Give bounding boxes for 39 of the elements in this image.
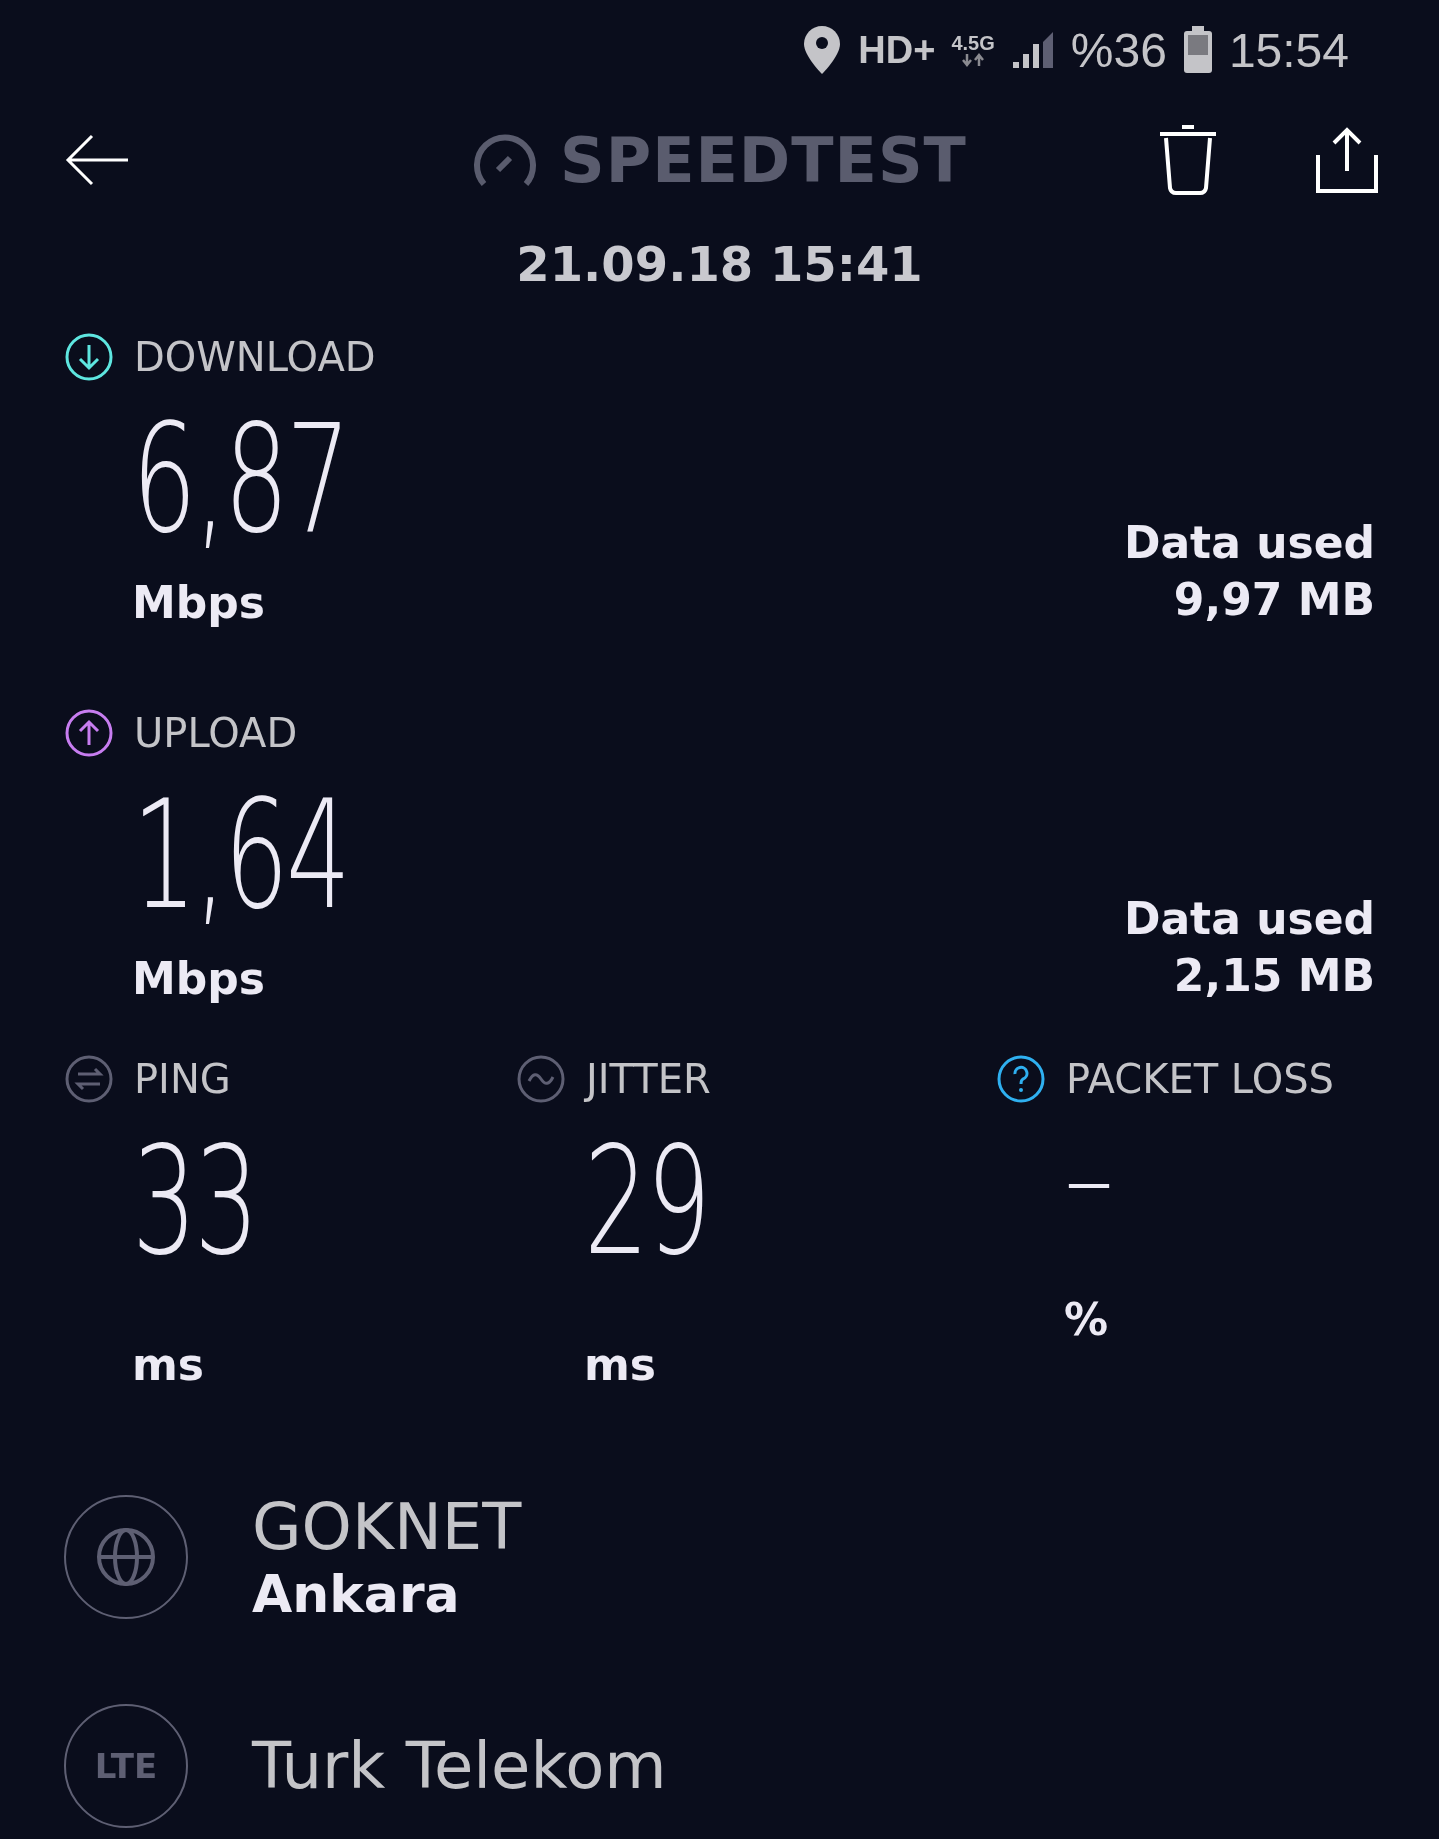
metric-unit: % bbox=[1064, 1294, 1110, 1345]
data-used-label: Data used bbox=[1123, 891, 1375, 946]
location-icon bbox=[802, 24, 843, 76]
result-label: UPLOAD bbox=[134, 710, 298, 756]
server-location: Ankara bbox=[252, 1564, 461, 1624]
clock: 15:54 bbox=[1228, 22, 1349, 78]
provider-name: Turk Telekom bbox=[252, 1729, 667, 1803]
speed-value: 6,87 bbox=[132, 391, 349, 568]
network-label: HD+ bbox=[858, 28, 936, 72]
battery-icon bbox=[1182, 26, 1213, 74]
metric-unit: ms bbox=[132, 1339, 206, 1390]
data-used-value: 9,97 MB bbox=[1173, 572, 1375, 627]
network-type-text: LTE bbox=[94, 1746, 158, 1786]
gauge-icon bbox=[472, 132, 539, 188]
server-name: GOKNET bbox=[252, 1490, 522, 1564]
signal-icon bbox=[1010, 30, 1055, 70]
data-arrows-icon bbox=[960, 53, 987, 67]
speed-value: 1,64 bbox=[132, 767, 349, 944]
metric-unit: ms bbox=[584, 1339, 658, 1390]
app-title: SPEEDTEST bbox=[560, 123, 967, 197]
metric-value: 33 bbox=[132, 1113, 258, 1290]
jitter-icon bbox=[516, 1054, 566, 1104]
battery-percent: %36 bbox=[1070, 22, 1167, 78]
metric-label: PACKET LOSS bbox=[1066, 1056, 1334, 1102]
metric-value: 29 bbox=[584, 1113, 710, 1290]
speed-unit: Mbps bbox=[132, 577, 266, 628]
data-used-value: 2,15 MB bbox=[1173, 948, 1375, 1003]
share-button[interactable] bbox=[1314, 127, 1380, 193]
network-type-label: 4.5G bbox=[951, 33, 995, 67]
globe-icon bbox=[96, 1527, 156, 1587]
help-icon bbox=[996, 1054, 1046, 1104]
result-label: DOWNLOAD bbox=[134, 334, 376, 380]
metric-label: JITTER bbox=[586, 1056, 711, 1102]
data-used-label: Data used bbox=[1123, 515, 1375, 570]
metric-value: – bbox=[1064, 1119, 1115, 1239]
speed-unit: Mbps bbox=[132, 953, 266, 1004]
test-date: 21.09.18 15:41 bbox=[515, 236, 924, 292]
ping-icon bbox=[64, 1054, 114, 1104]
metric-label: PING bbox=[134, 1056, 231, 1102]
